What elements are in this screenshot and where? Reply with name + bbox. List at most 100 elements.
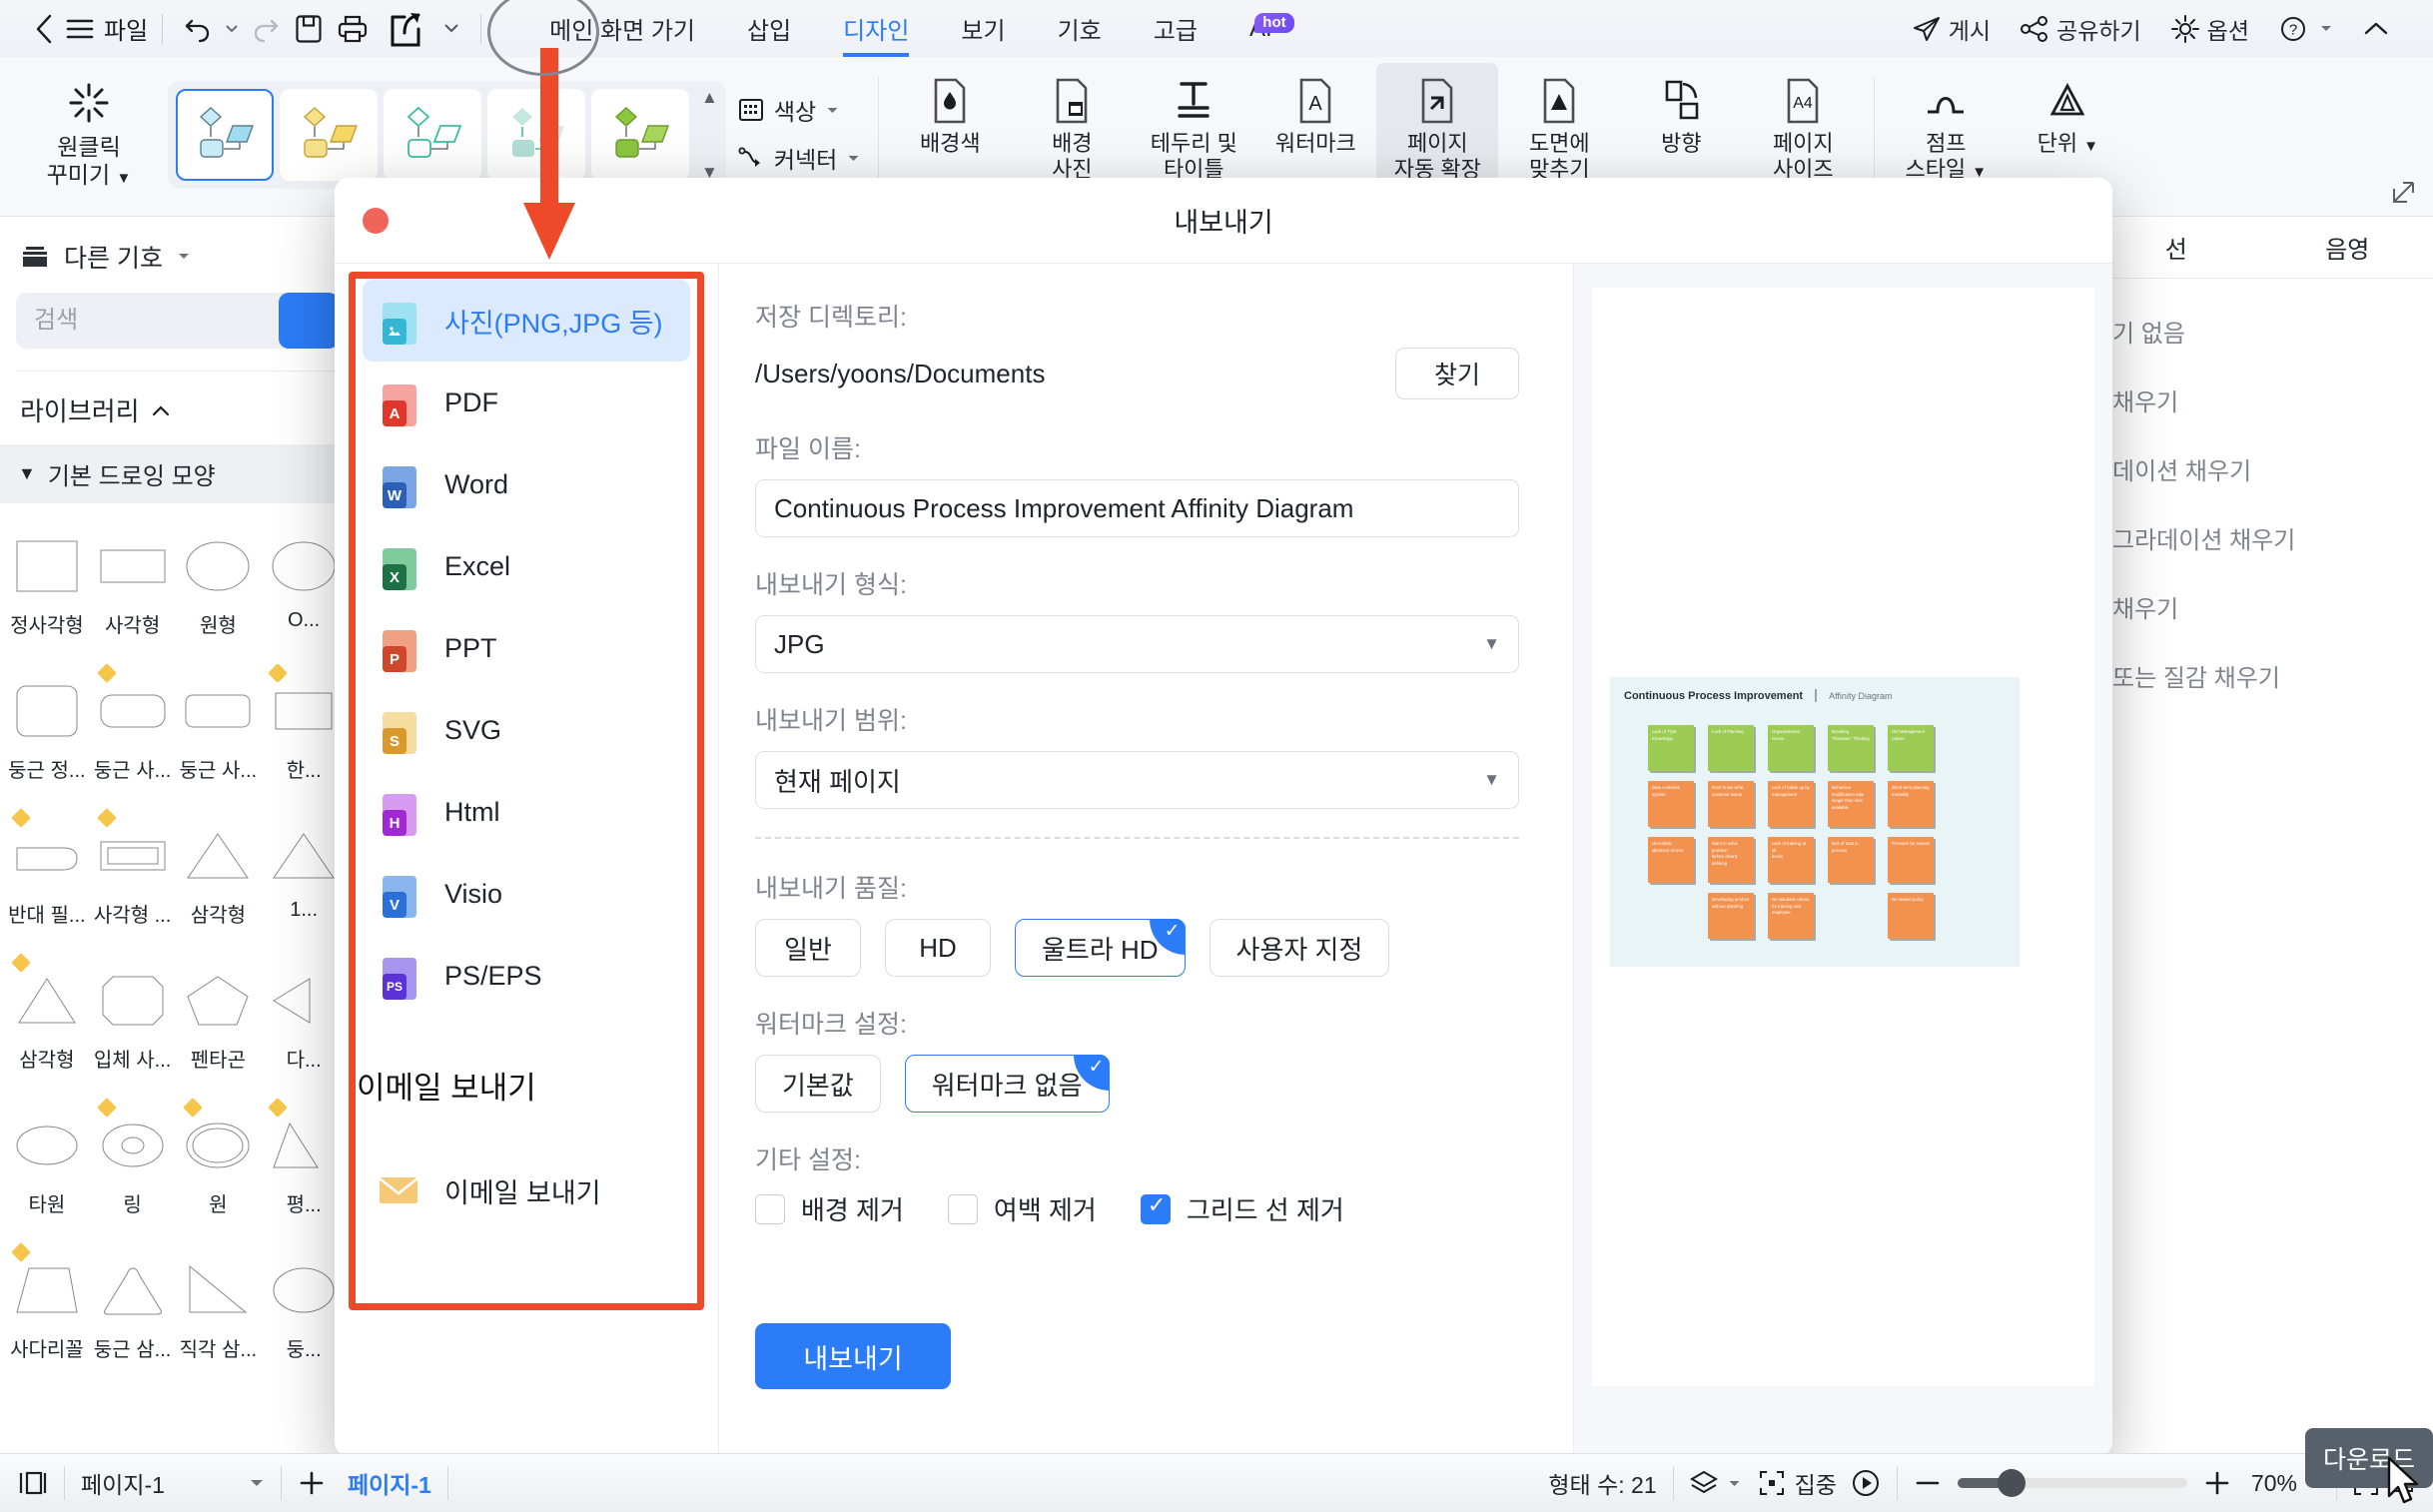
style-card-green[interactable] — [591, 89, 689, 181]
tab-line[interactable]: 선 — [2090, 230, 2262, 265]
quality-option-custom[interactable]: 사용자 지정 — [1209, 919, 1390, 977]
zoom-slider[interactable] — [1957, 1469, 2187, 1497]
ribbon-button-border-title[interactable]: 테두리 및 타이틀 — [1133, 63, 1254, 184]
search-input[interactable] — [34, 307, 317, 335]
shape-item[interactable]: 둥근 사... — [176, 662, 262, 807]
quality-option-ultra-hd[interactable]: 울트라 HD — [1015, 919, 1186, 977]
shape-item[interactable]: 원 — [176, 1097, 262, 1241]
list-item[interactable]: 채우기 — [2090, 366, 2433, 434]
format-option-svg[interactable]: S SVG — [363, 689, 690, 771]
shape-item[interactable]: 정사각형 — [4, 517, 90, 662]
presentation-button[interactable] — [1851, 1468, 1881, 1498]
shape-item[interactable]: 펜타곤 — [176, 952, 262, 1097]
connector-button[interactable]: 커넥터 — [738, 141, 860, 175]
page-layout-button[interactable] — [18, 1470, 48, 1496]
shape-item[interactable]: 사각형 — [90, 517, 176, 662]
export-button[interactable]: 내보내기 — [755, 1323, 951, 1389]
list-item[interactable]: 기 없음 — [2090, 297, 2433, 366]
ribbon-button-fit-to-drawing[interactable]: 도면에 맞추기 — [1498, 63, 1620, 184]
checkbox-box[interactable] — [1140, 1192, 1171, 1224]
ribbon-button-background-image[interactable]: 배경 사진 — [1011, 63, 1133, 184]
shape-item[interactable]: 반대 필... — [4, 807, 90, 952]
browse-button[interactable]: 찾기 — [1395, 348, 1519, 399]
ribbon-button-watermark[interactable]: A 워터마크 — [1254, 63, 1376, 171]
shape-item[interactable]: 직각 삼... — [176, 1241, 262, 1386]
ribbon-button-page-autoexpand[interactable]: 페이지 자동 확장 — [1376, 63, 1499, 184]
export-dropdown-icon[interactable] — [436, 9, 466, 49]
tab-ai[interactable]: AI hot — [1223, 12, 1294, 43]
save-icon[interactable] — [287, 9, 331, 49]
collapse-ribbon-button[interactable] — [2351, 13, 2401, 45]
shape-item[interactable]: 사다리꼴 — [4, 1241, 90, 1386]
ribbon-button-background-color[interactable]: 배경색 — [889, 63, 1011, 171]
format-option-ppt[interactable]: P PPT — [363, 607, 690, 689]
checkbox-remove-gridlines[interactable]: 그리드 선 제거 — [1140, 1190, 1344, 1227]
shape-item[interactable]: 원형 — [176, 517, 262, 662]
scroll-up-icon[interactable]: ▲ — [701, 89, 718, 106]
style-gallery-scroll[interactable]: ▲ ▼ — [701, 89, 718, 181]
shape-item[interactable]: 삼각형 — [176, 807, 262, 952]
checkbox-remove-margin[interactable]: 여백 제거 — [947, 1190, 1097, 1227]
tab-design[interactable]: 디자인 — [817, 0, 935, 57]
style-card-blue[interactable] — [176, 89, 274, 181]
search-submit-button[interactable] — [279, 293, 339, 349]
export-format-select[interactable]: JPG ▼ — [755, 615, 1519, 673]
shape-item[interactable]: 삼각형 — [4, 952, 90, 1097]
ribbon-button-orientation[interactable]: 방향 — [1620, 63, 1742, 171]
tab-symbol[interactable]: 기호 — [1032, 0, 1128, 57]
shape-item[interactable]: 둥근 정... — [4, 662, 90, 807]
ribbon-button-jump-style[interactable]: 점프 스타일 ▼ — [1885, 63, 2007, 184]
add-page-button[interactable] — [298, 1469, 326, 1497]
other-symbols-button[interactable]: 다른 기호 — [0, 217, 351, 289]
page-tab-active[interactable]: 페이지-1 — [348, 1466, 431, 1500]
export-range-select[interactable]: 현재 페이지 ▼ — [755, 751, 1519, 809]
quality-option-hd[interactable]: HD — [885, 919, 991, 977]
shape-item[interactable]: 둥근 사... — [90, 662, 176, 807]
format-option-pdf[interactable]: A PDF — [363, 362, 690, 443]
filename-input[interactable] — [755, 479, 1519, 537]
tab-advanced[interactable]: 고급 — [1128, 0, 1223, 57]
checkbox-box[interactable] — [947, 1193, 978, 1224]
redo-icon[interactable] — [243, 9, 287, 49]
tab-insert[interactable]: 삽입 — [721, 0, 817, 57]
checkbox-box[interactable] — [755, 1193, 785, 1224]
tab-view[interactable]: 보기 — [935, 0, 1031, 57]
layers-button[interactable] — [1689, 1470, 1741, 1496]
shape-item[interactable]: 입체 사... — [90, 952, 176, 1097]
zoom-in-button[interactable] — [2203, 1469, 2231, 1497]
ribbon-button-page-size[interactable]: A4 페이지 사이즈 — [1742, 63, 1864, 184]
list-item[interactable]: 데이션 채우기 — [2090, 434, 2433, 503]
format-option-excel[interactable]: X Excel — [363, 525, 690, 607]
share-button[interactable]: 공유하기 — [2009, 6, 2153, 52]
print-icon[interactable] — [331, 9, 375, 49]
shape-category-basic-drawing[interactable]: ▼ 기본 드로잉 모양 — [0, 444, 351, 503]
watermark-option-default[interactable]: 기본값 — [755, 1055, 881, 1113]
format-option-html[interactable]: H Html — [363, 771, 690, 853]
list-item[interactable]: 또는 질감 채우기 — [2090, 641, 2433, 710]
list-item[interactable]: 채우기 — [2090, 572, 2433, 641]
shape-item[interactable]: 타원 — [4, 1097, 90, 1241]
style-card-yellow[interactable] — [280, 89, 378, 181]
undo-dropdown-icon[interactable] — [221, 9, 243, 49]
shape-item[interactable]: 링 — [90, 1097, 176, 1241]
focus-mode-button[interactable]: 집중 — [1759, 1466, 1837, 1500]
zoom-slider-knob[interactable] — [1997, 1469, 2026, 1497]
zoom-out-button[interactable] — [1914, 1469, 1942, 1497]
ribbon-button-unit[interactable]: 단위 ▼ — [2007, 63, 2128, 171]
tab-home[interactable]: 메인 화면 가기 — [523, 0, 721, 57]
tab-shadow[interactable]: 음영 — [2262, 230, 2433, 265]
oneclick-beautify-button[interactable]: 원클릭 꾸미기 ▼ — [14, 63, 164, 189]
style-card-teal[interactable] — [384, 89, 481, 181]
undo-icon[interactable] — [177, 9, 221, 49]
format-option-ps-eps[interactable]: PS PS/EPS — [363, 935, 690, 1017]
back-icon[interactable] — [22, 9, 66, 49]
style-card-mint[interactable] — [487, 89, 585, 181]
shape-item[interactable]: 둥근 삼... — [90, 1241, 176, 1386]
list-item[interactable]: 그라데이션 채우기 — [2090, 503, 2433, 572]
format-option-visio[interactable]: V Visio — [363, 853, 690, 935]
watermark-option-none[interactable]: 워터마크 없음 — [904, 1055, 1110, 1113]
checkbox-remove-background[interactable]: 배경 제거 — [755, 1190, 904, 1227]
format-option-word[interactable]: W Word — [363, 443, 690, 525]
options-button[interactable]: 옵션 — [2159, 6, 2261, 52]
dialog-launcher-icon[interactable] — [2391, 179, 2417, 210]
